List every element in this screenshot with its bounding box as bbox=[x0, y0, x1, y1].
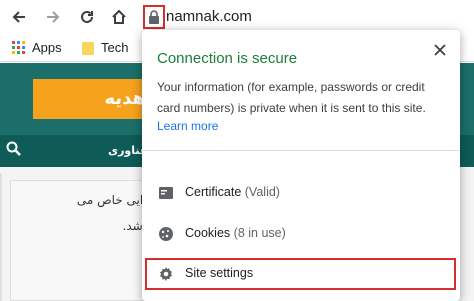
certificate-label: Certificate (Valid) bbox=[185, 185, 280, 199]
learn-more-link[interactable]: Learn more bbox=[157, 119, 218, 133]
back-button[interactable] bbox=[8, 6, 30, 28]
bookmark-tech-label: Tech bbox=[101, 40, 129, 55]
home-button[interactable] bbox=[108, 6, 130, 28]
certificate-row[interactable]: Certificate (Valid) bbox=[142, 175, 460, 211]
certificate-status: (Valid) bbox=[244, 185, 280, 199]
certificate-icon bbox=[159, 187, 173, 199]
forward-arrow-icon bbox=[47, 11, 60, 23]
cookies-text: Cookies bbox=[185, 226, 231, 240]
reload-icon bbox=[81, 10, 93, 23]
popup-title: Connection is secure bbox=[157, 50, 298, 67]
banner-text: هدیه bbox=[104, 88, 145, 109]
cookies-label: Cookies (8 in use) bbox=[185, 226, 286, 240]
cookie-icon bbox=[159, 227, 173, 241]
search-icon[interactable] bbox=[6, 141, 22, 157]
folder-icon bbox=[82, 41, 94, 55]
lock-icon bbox=[149, 10, 159, 24]
site-info-button[interactable] bbox=[143, 5, 165, 29]
promo-banner[interactable]: هدیه bbox=[33, 79, 153, 119]
home-icon bbox=[112, 9, 126, 24]
bookmark-apps[interactable]: Apps bbox=[12, 40, 62, 55]
cookies-count: (8 in use) bbox=[233, 226, 286, 240]
address-bar-url[interactable]: namnak.com bbox=[166, 8, 252, 25]
cookies-row[interactable]: Cookies (8 in use) bbox=[142, 216, 460, 252]
certificate-text: Certificate bbox=[185, 185, 242, 199]
apps-grid-icon bbox=[12, 40, 25, 54]
bookmark-tech[interactable]: Tech bbox=[82, 40, 128, 55]
popup-divider bbox=[142, 150, 460, 151]
forward-button[interactable] bbox=[42, 6, 64, 28]
content-border bbox=[0, 173, 2, 301]
site-settings-highlight bbox=[145, 258, 456, 290]
back-arrow-icon bbox=[12, 11, 25, 23]
popup-description: Your information (for example, passwords… bbox=[157, 80, 426, 115]
browser-toolbar: namnak.com bbox=[0, 0, 474, 34]
bookmark-apps-label: Apps bbox=[32, 40, 62, 55]
reload-button[interactable] bbox=[76, 6, 98, 28]
close-icon[interactable] bbox=[432, 42, 448, 58]
